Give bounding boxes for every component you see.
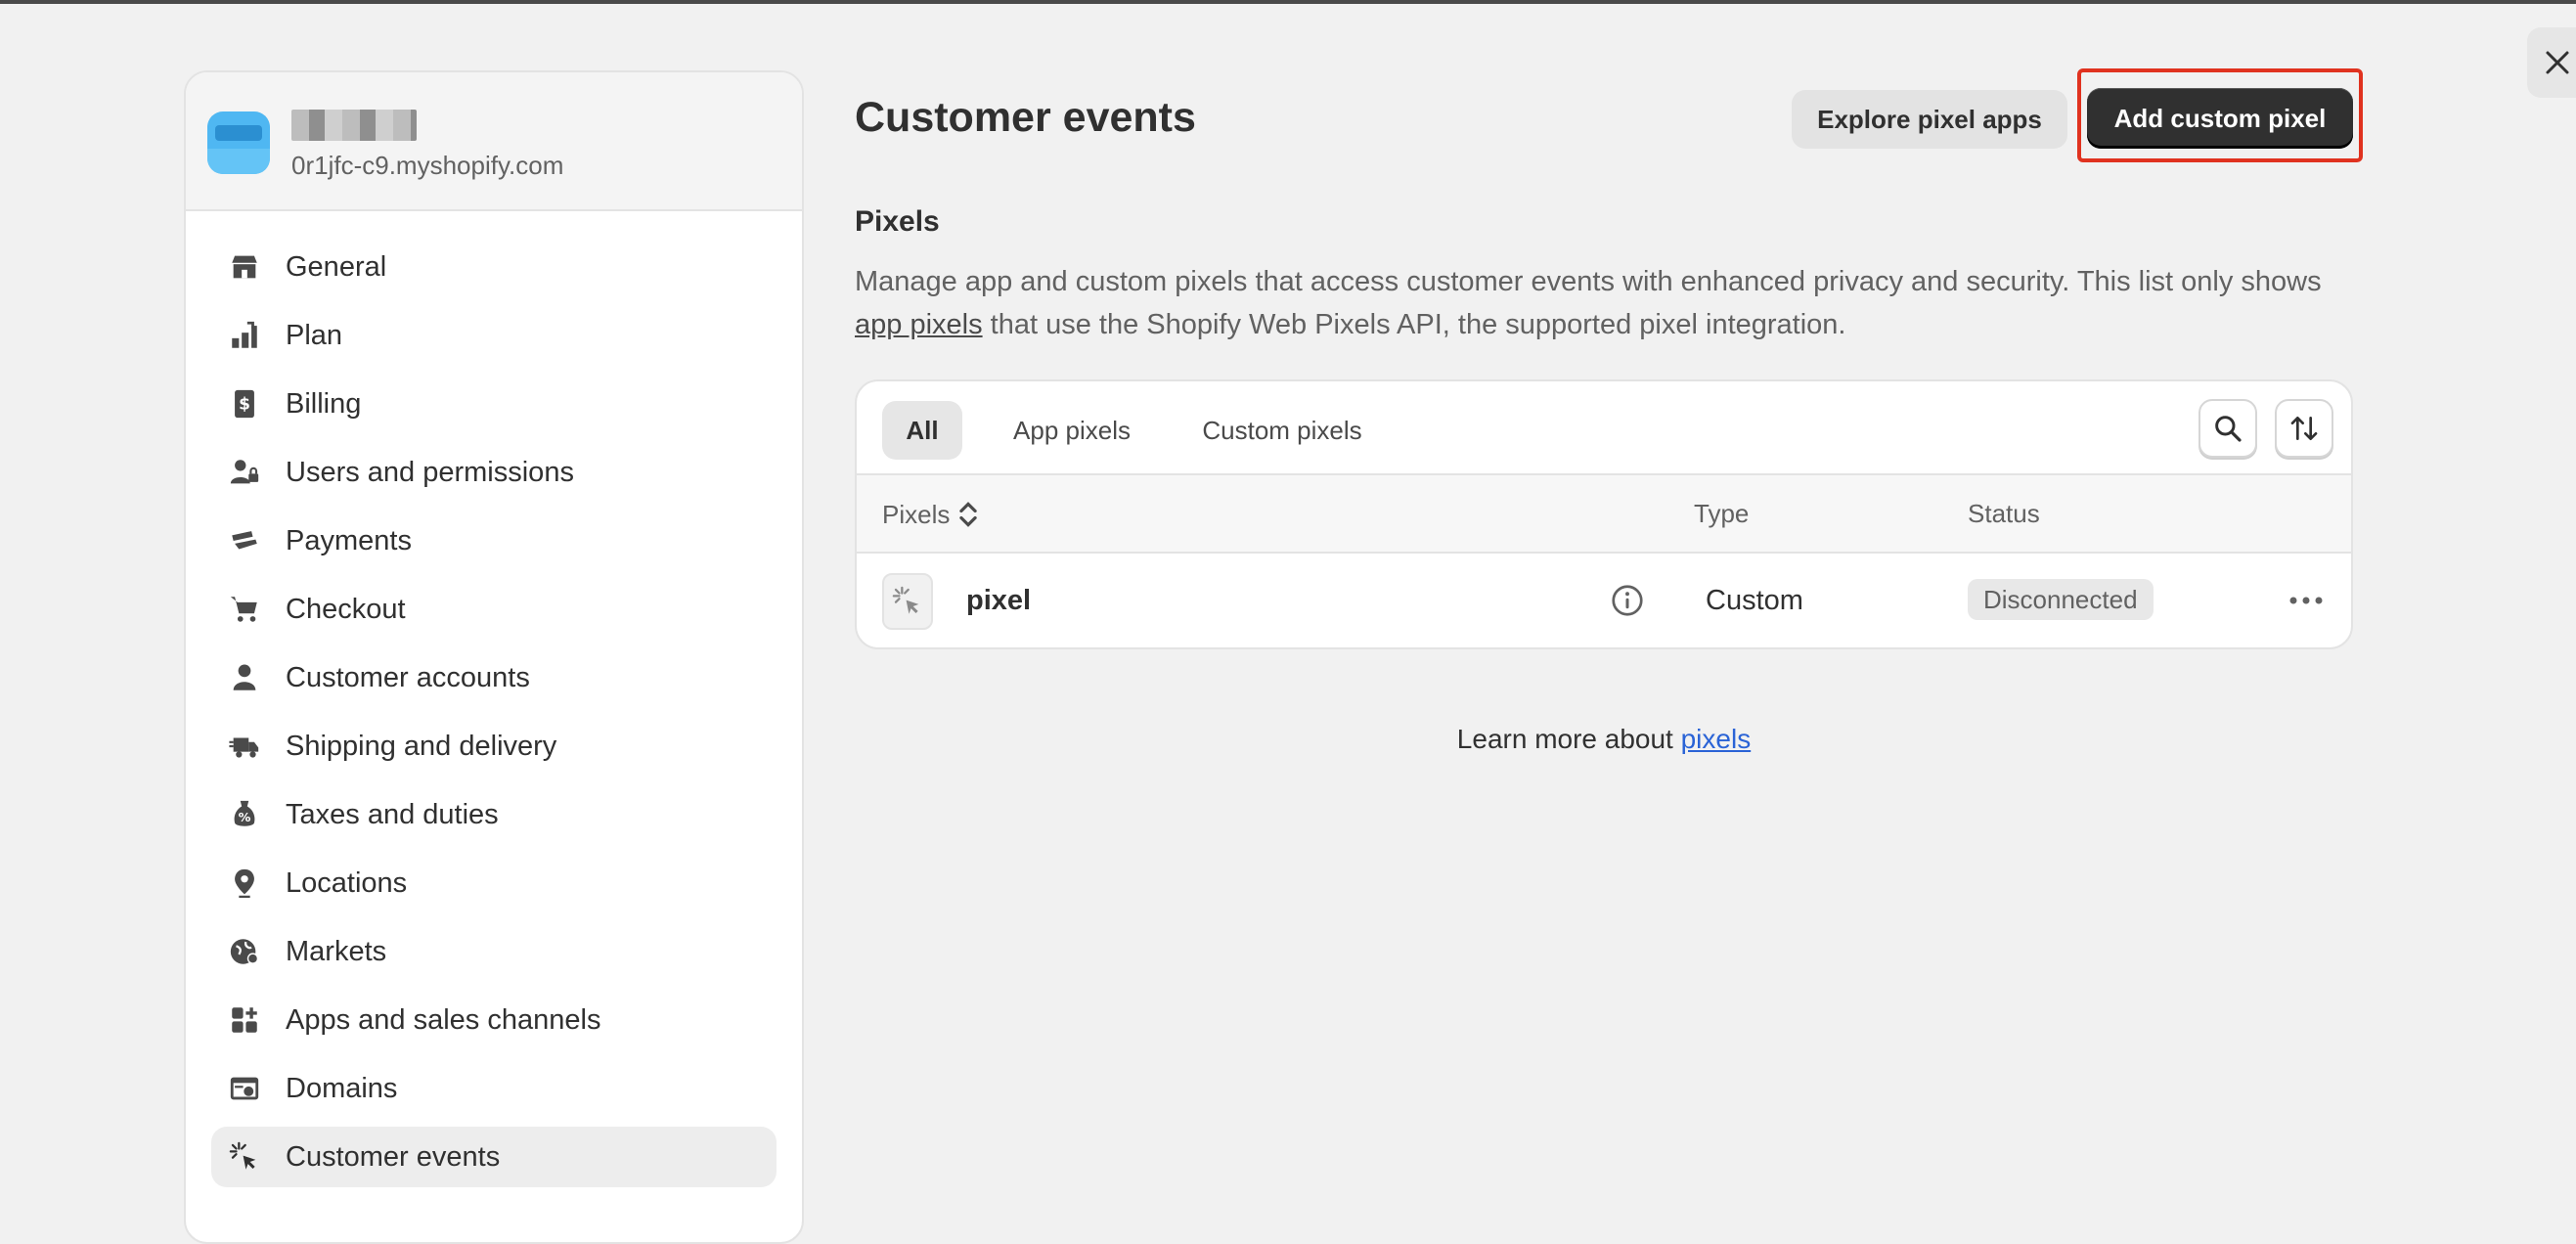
more-horizontal-icon — [2289, 597, 2323, 604]
sidebar-item-customer-events[interactable]: Customer events — [211, 1127, 777, 1187]
svg-text:%: % — [239, 811, 251, 825]
description-text: that use the Shopify Web Pixels API, the… — [982, 309, 1846, 340]
store-domain: 0r1jfc-c9.myshopify.com — [291, 151, 564, 180]
info-icon[interactable] — [1610, 583, 1645, 618]
sidebar-item-label: Checkout — [286, 593, 406, 625]
search-icon — [2215, 416, 2242, 442]
sidebar-item-label: Payments — [286, 524, 412, 556]
sidebar-item-label: Shipping and delivery — [286, 730, 557, 762]
more-actions-button[interactable] — [2287, 587, 2326, 614]
add-custom-pixel-button[interactable]: Add custom pixel — [2087, 88, 2353, 149]
svg-text:$: $ — [239, 395, 250, 415]
sidebar-item-label: General — [286, 250, 387, 283]
cursor-click-icon — [225, 1137, 264, 1177]
status-badge: Disconnected — [1968, 579, 2154, 620]
billing-icon: $ — [225, 384, 264, 423]
sidebar-item-taxes[interactable]: % Taxes and duties — [211, 784, 777, 845]
sidebar-item-users[interactable]: Users and permissions — [211, 442, 777, 503]
users-icon — [225, 453, 264, 492]
explore-pixel-apps-button[interactable]: Explore pixel apps — [1792, 90, 2067, 149]
description-text: Manage app and custom pixels that access… — [855, 266, 2322, 297]
close-button[interactable] — [2527, 27, 2576, 98]
table-row[interactable]: pixel Custom Disconnected — [857, 554, 2351, 647]
page-title: Customer events — [855, 94, 1196, 141]
column-header-status: Status — [1968, 499, 2040, 528]
search-button[interactable] — [2198, 399, 2257, 458]
sidebar-item-shipping[interactable]: Shipping and delivery — [211, 716, 777, 777]
sidebar-item-label: Taxes and duties — [286, 798, 499, 830]
sidebar-item-markets[interactable]: Markets — [211, 921, 777, 982]
sidebar-item-label: Apps and sales channels — [286, 1003, 601, 1036]
sidebar-item-payments[interactable]: Payments — [211, 511, 777, 571]
app-pixels-link[interactable]: app pixels — [855, 309, 983, 340]
payments-icon — [225, 521, 264, 560]
sidebar-item-label: Plan — [286, 319, 343, 351]
filter-tabs: All App pixels Custom pixels — [857, 381, 2351, 475]
section-title: Pixels — [855, 205, 940, 238]
domains-icon — [225, 1069, 264, 1108]
sidebar-item-locations[interactable]: Locations — [211, 853, 777, 913]
close-icon — [2546, 51, 2569, 74]
plan-icon — [225, 316, 264, 355]
location-pin-icon — [225, 864, 264, 903]
sidebar-item-domains[interactable]: Domains — [211, 1058, 777, 1119]
sidebar-item-label: Billing — [286, 387, 362, 420]
store-name-redacted — [291, 110, 417, 141]
learn-more: Learn more about pixels — [855, 724, 2353, 755]
sidebar-item-label: Locations — [286, 866, 408, 899]
sidebar-item-label: Customer events — [286, 1140, 501, 1173]
tab-app-pixels[interactable]: App pixels — [974, 401, 1170, 460]
sort-button[interactable] — [2275, 399, 2333, 458]
person-icon — [225, 658, 264, 697]
sidebar-item-label: Customer accounts — [286, 661, 530, 693]
sidebar-item-checkout[interactable]: Checkout — [211, 579, 777, 640]
sidebar-item-apps[interactable]: Apps and sales channels — [211, 990, 777, 1050]
tab-custom-pixels[interactable]: Custom pixels — [1181, 401, 1383, 460]
pixels-link[interactable]: pixels — [1681, 724, 1752, 754]
tab-all[interactable]: All — [882, 401, 962, 460]
pixel-name[interactable]: pixel — [966, 585, 1031, 617]
column-header-type: Type — [1694, 499, 1750, 528]
sidebar-item-label: Markets — [286, 935, 387, 967]
pixel-type: Custom — [1706, 585, 1803, 616]
cursor-click-icon — [892, 586, 919, 614]
section-description: Manage app and custom pixels that access… — [855, 260, 2341, 346]
store-avatar — [207, 111, 270, 174]
learn-more-text: Learn more about — [1456, 724, 1681, 754]
pixel-thumbnail — [882, 573, 933, 630]
window-top-border — [0, 0, 2576, 4]
sidebar-item-label: Users and permissions — [286, 456, 574, 488]
sidebar-item-plan[interactable]: Plan — [211, 305, 777, 366]
sidebar-item-label: Domains — [286, 1072, 398, 1104]
globe-icon — [225, 932, 264, 971]
truck-icon — [225, 727, 264, 766]
store-icon — [225, 247, 264, 287]
settings-sidebar: 0r1jfc-c9.myshopify.com General Plan $ B… — [184, 70, 804, 1244]
sidebar-item-billing[interactable]: $ Billing — [211, 374, 777, 434]
store-header[interactable]: 0r1jfc-c9.myshopify.com — [186, 72, 802, 211]
tax-icon: % — [225, 795, 264, 834]
sidebar-item-customer-accounts[interactable]: Customer accounts — [211, 647, 777, 708]
settings-nav: General Plan $ Billing Users and permiss… — [186, 211, 802, 1187]
column-label: Pixels — [882, 499, 951, 529]
column-header-pixels[interactable]: Pixels — [882, 499, 979, 530]
table-header: Pixels Type Status — [857, 475, 2351, 554]
sort-chevrons-icon — [959, 502, 978, 527]
cart-icon — [225, 590, 264, 629]
apps-icon — [225, 1000, 264, 1040]
sort-arrows-icon — [2290, 417, 2318, 440]
pixels-card: All App pixels Custom pixels Pixels Type… — [855, 379, 2353, 649]
sidebar-item-general[interactable]: General — [211, 237, 777, 297]
